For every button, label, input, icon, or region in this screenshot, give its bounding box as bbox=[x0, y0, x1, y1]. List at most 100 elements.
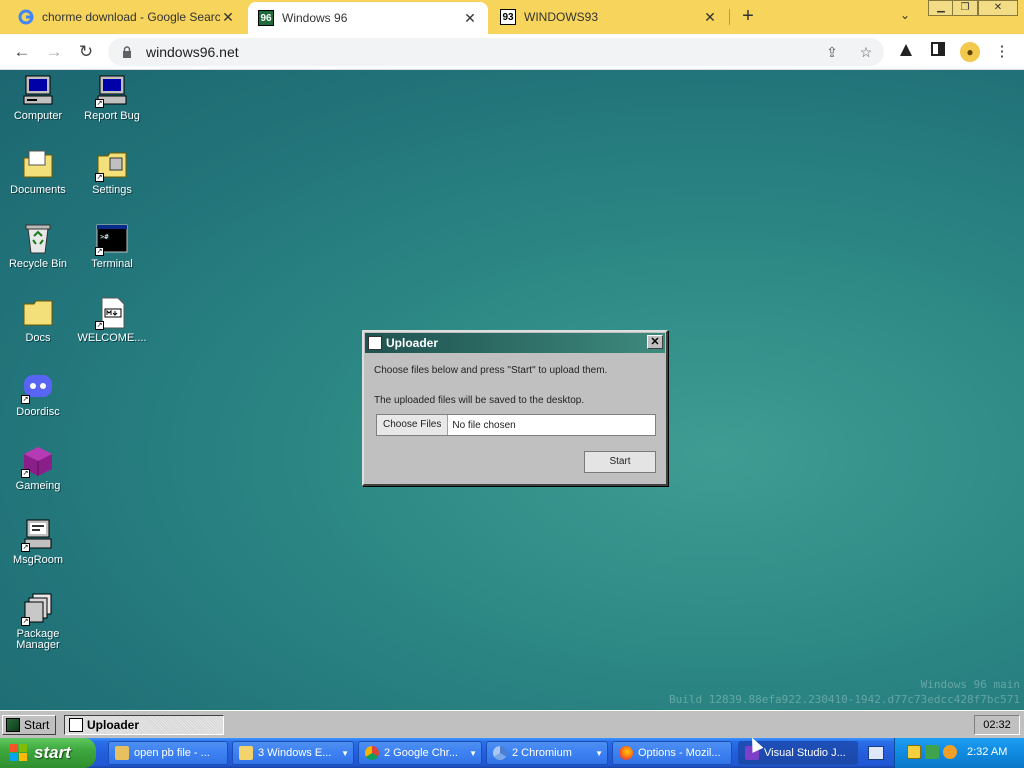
desktop-icon-gameing[interactable]: ↗ Gameing bbox=[2, 444, 74, 492]
desktop-icon-doordisc[interactable]: ↗ Doordisc bbox=[2, 370, 74, 418]
desktop-icon-label: Documents bbox=[10, 184, 66, 196]
start-upload-button[interactable]: Start bbox=[584, 451, 656, 473]
desktop-icon-label: MsgRoom bbox=[12, 554, 64, 566]
lock-icon bbox=[122, 46, 134, 58]
address-bar[interactable]: windows96.net ⇪ ☆ bbox=[108, 38, 884, 66]
xp-task-label: 2 Google Chr... bbox=[384, 747, 458, 759]
uploader-app-icon bbox=[368, 336, 382, 350]
search-icon[interactable] bbox=[943, 745, 957, 759]
new-tab-button[interactable]: + bbox=[738, 6, 758, 28]
group-arrow-icon: ▼ bbox=[469, 748, 477, 758]
keyboard-icon[interactable] bbox=[868, 746, 884, 760]
xp-task-windows-explorer[interactable]: 3 Windows E... ▼ bbox=[232, 741, 354, 765]
shortcut-arrow-icon: ↗ bbox=[21, 543, 30, 552]
more-menu-icon[interactable]: ⋮ bbox=[992, 42, 1012, 62]
win96-start-label: Start bbox=[24, 718, 50, 732]
restore-icon[interactable]: ❐ bbox=[952, 0, 978, 16]
xp-task-open-pb-file[interactable]: open pb file - ... bbox=[108, 741, 228, 765]
terminal-icon: ># ↗ bbox=[95, 222, 129, 256]
xp-taskbar: start open pb file - ... 3 Windows E... … bbox=[0, 738, 1024, 768]
tab-windows93[interactable]: 93 WINDOWS93 ✕ bbox=[490, 0, 728, 34]
desktop-icon-package-manager[interactable]: ↗ Package Manager bbox=[2, 592, 74, 651]
group-arrow-icon: ▼ bbox=[595, 748, 603, 758]
browser-toolbar: ← → ↻ windows96.net ⇪ ☆ ● ⋮ bbox=[0, 34, 1024, 70]
close-window-icon[interactable]: ✕ bbox=[978, 0, 1018, 16]
desktop-icon-label: Terminal bbox=[91, 258, 133, 270]
profile-avatar-icon[interactable]: ● bbox=[960, 42, 980, 62]
share-icon[interactable]: ⇪ bbox=[824, 44, 840, 60]
settings-folder-icon: ↗ bbox=[95, 148, 129, 182]
bookmark-star-icon[interactable]: ☆ bbox=[858, 44, 874, 60]
xp-task-label: Options - Mozil... bbox=[638, 747, 721, 759]
shortcut-arrow-icon: ↗ bbox=[95, 173, 104, 182]
windows96-icon: 96 bbox=[258, 10, 274, 26]
close-tab-icon[interactable]: ✕ bbox=[702, 9, 718, 26]
side-panel-icon[interactable] bbox=[928, 42, 948, 62]
tab-search-chevron-icon[interactable]: ⌄ bbox=[896, 8, 914, 26]
build-watermark-line2: Build 12839.88efa922.230410-1942.d77c73e… bbox=[669, 693, 1020, 706]
folder-icon bbox=[21, 296, 55, 330]
extension-icon[interactable] bbox=[896, 42, 916, 62]
uploader-titlebar[interactable]: Uploader bbox=[365, 333, 665, 353]
xp-task-google-chrome[interactable]: 2 Google Chr... ▼ bbox=[358, 741, 482, 765]
xp-task-firefox-options[interactable]: Options - Mozil... bbox=[612, 741, 732, 765]
desktop-icon-docs[interactable]: Docs bbox=[2, 296, 74, 344]
tab-separator bbox=[729, 9, 730, 25]
desktop-icon-label: Recycle Bin bbox=[8, 258, 68, 270]
xp-task-label: open pb file - ... bbox=[134, 747, 210, 759]
security-shield-icon[interactable] bbox=[907, 745, 921, 759]
uploader-note: The uploaded files will be saved to the … bbox=[374, 395, 585, 406]
desktop-icon-label: Gameing bbox=[15, 480, 61, 492]
xp-task-label: 2 Chromium bbox=[512, 747, 572, 759]
minimize-icon[interactable]: ▁ bbox=[928, 0, 954, 16]
desktop-icon-documents[interactable]: Documents bbox=[2, 148, 74, 196]
markdown-file-icon: ↗ bbox=[95, 296, 129, 330]
desktop-icon-report-bug[interactable]: ↗ Report Bug bbox=[76, 74, 148, 122]
win96-taskbar: Start Uploader 02:32 bbox=[0, 710, 1024, 738]
xp-task-label: 3 Windows E... bbox=[258, 747, 332, 759]
uploader-task-icon bbox=[69, 718, 83, 732]
desktop-icon-recycle-bin[interactable]: Recycle Bin bbox=[2, 222, 74, 270]
recycle-bin-icon bbox=[21, 222, 55, 256]
tab-title: Windows 96 bbox=[282, 11, 348, 25]
browser-tab-strip: chorme download - Google Search ✕ 96 Win… bbox=[0, 0, 1024, 34]
chrome-icon bbox=[365, 746, 379, 760]
uploader-window: Uploader ✕ Choose files below and press … bbox=[362, 330, 668, 486]
system-tray: 2:32 AM bbox=[894, 738, 1024, 768]
shortcut-arrow-icon: ↗ bbox=[21, 469, 30, 478]
desktop-icon-welcome[interactable]: ↗ WELCOME.... bbox=[76, 296, 148, 344]
shortcut-arrow-icon: ↗ bbox=[95, 247, 104, 256]
desktop-icon-terminal[interactable]: ># ↗ Terminal bbox=[76, 222, 148, 270]
desktop-icon-label: Report Bug bbox=[84, 110, 140, 122]
forward-arrow-icon[interactable]: → bbox=[44, 42, 64, 62]
xp-task-label: Visual Studio J... bbox=[764, 747, 846, 759]
desktop-icon-computer[interactable]: Computer bbox=[2, 74, 74, 122]
file-input[interactable]: Choose Files No file chosen bbox=[376, 414, 656, 436]
explorer-icon bbox=[115, 746, 129, 760]
desktop-icon-settings[interactable]: ↗ Settings bbox=[76, 148, 148, 196]
chromium-icon bbox=[493, 746, 507, 760]
xp-task-chromium[interactable]: 2 Chromium ▼ bbox=[486, 741, 608, 765]
firefox-icon bbox=[619, 746, 633, 760]
reload-icon[interactable]: ↻ bbox=[76, 42, 96, 62]
folder-icon bbox=[239, 746, 253, 760]
win96-task-uploader[interactable]: Uploader bbox=[64, 715, 224, 735]
tab-windows96[interactable]: 96 Windows 96 ✕ bbox=[248, 2, 488, 34]
xp-start-button[interactable]: start bbox=[0, 738, 96, 768]
desktop-icon-label: Settings bbox=[92, 184, 132, 196]
close-tab-icon[interactable]: ✕ bbox=[462, 10, 478, 27]
uploader-instruction: Choose files below and press "Start" to … bbox=[374, 365, 608, 376]
close-icon[interactable]: ✕ bbox=[647, 335, 663, 349]
package-manager-icon: ↗ bbox=[21, 592, 55, 626]
network-icon[interactable] bbox=[925, 745, 939, 759]
desktop-icon-msgroom[interactable]: ↗ MsgRoom bbox=[2, 518, 74, 566]
xp-start-label: start bbox=[34, 743, 71, 762]
choose-files-button[interactable]: Choose Files bbox=[377, 415, 449, 435]
back-arrow-icon[interactable]: ← bbox=[12, 42, 32, 62]
google-icon bbox=[18, 9, 34, 25]
win96-start-button[interactable]: Start bbox=[2, 715, 56, 735]
tab-google-search[interactable]: chorme download - Google Search ✕ bbox=[8, 0, 246, 34]
tab-title: chorme download - Google Search bbox=[42, 10, 220, 24]
xp-clock: 2:32 AM bbox=[967, 746, 1008, 758]
close-tab-icon[interactable]: ✕ bbox=[220, 9, 236, 26]
